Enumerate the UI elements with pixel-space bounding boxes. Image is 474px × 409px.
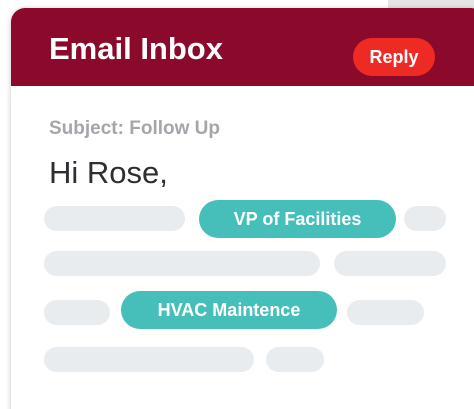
text-placeholder: [44, 300, 110, 325]
text-placeholder: [266, 347, 324, 372]
email-card: Email Inbox Reply Subject: Follow Up Hi …: [11, 8, 474, 409]
screen: Email Inbox Reply Subject: Follow Up Hi …: [0, 0, 474, 409]
text-placeholder: [404, 206, 446, 231]
tag-vp-of-facilities: VP of Facilities: [199, 200, 396, 238]
card-header: Email Inbox Reply: [11, 8, 474, 86]
reply-button[interactable]: Reply: [353, 38, 435, 76]
tag-hvac-maintence: HVAC Maintence: [121, 291, 337, 329]
text-placeholder: [347, 300, 424, 325]
email-greeting: Hi Rose,: [49, 155, 168, 190]
text-placeholder: [44, 347, 254, 372]
text-placeholder: [44, 206, 185, 231]
text-placeholder: [44, 251, 320, 276]
text-placeholder: [334, 251, 446, 276]
email-subject: Subject: Follow Up: [49, 118, 220, 139]
page-title: Email Inbox: [49, 31, 223, 66]
